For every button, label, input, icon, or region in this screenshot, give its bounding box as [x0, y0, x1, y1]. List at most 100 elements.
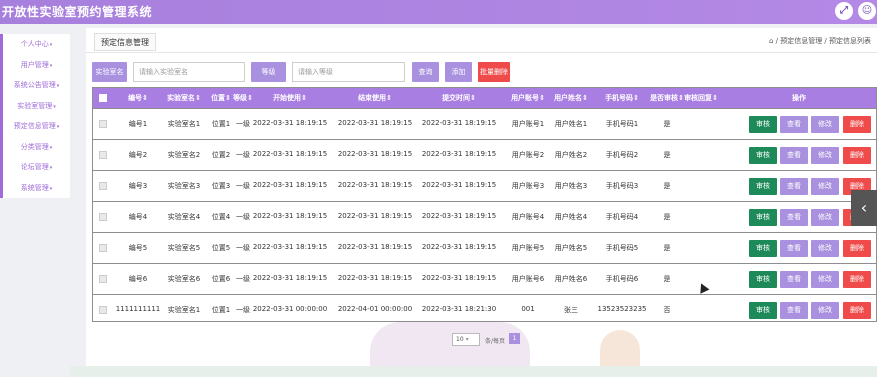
edit-button[interactable]: 修改 — [811, 147, 839, 164]
user-icon[interactable]: ☺ — [858, 2, 876, 20]
cell-start-time: 2022-03-31 00:00:00 — [252, 305, 328, 313]
cell-location: 位置4 — [211, 213, 231, 221]
edit-button[interactable]: 修改 — [811, 271, 839, 288]
cell-id: 编号5 — [128, 244, 148, 252]
col-header-user-name[interactable]: 用户姓名⇕ — [554, 93, 588, 103]
row-checkbox[interactable] — [99, 120, 107, 128]
delete-button[interactable]: 删除 — [843, 271, 871, 288]
sidebar-item-announcements[interactable]: 系统公告管理▾ — [3, 75, 70, 96]
cell-start-time: 2022-03-31 18:19:15 — [252, 181, 328, 189]
sidebar-item-reservations[interactable]: 预定信息管理▾ — [3, 116, 70, 137]
view-button[interactable]: 查看 — [780, 302, 808, 319]
sidebar-item-users[interactable]: 用户管理▾ — [3, 55, 70, 76]
view-button[interactable]: 查看 — [780, 209, 808, 226]
view-button[interactable]: 查看 — [780, 271, 808, 288]
row-checkbox[interactable] — [99, 213, 107, 221]
row-checkbox[interactable] — [99, 182, 107, 190]
audit-button[interactable]: 审核 — [749, 302, 777, 319]
col-header-audit-reply[interactable]: 审核回复⇕ — [684, 93, 718, 103]
edit-button[interactable]: 修改 — [811, 240, 839, 257]
sidebar-item-personal-center[interactable]: 个人中心▾ — [3, 34, 70, 55]
row-checkbox[interactable] — [99, 244, 107, 252]
audit-button[interactable]: 审核 — [749, 147, 777, 164]
cell-phone: 13523523235 — [597, 305, 647, 313]
cell-end-time: 2022-03-31 18:19:15 — [337, 150, 413, 158]
audit-button[interactable]: 审核 — [749, 271, 777, 288]
edit-button[interactable]: 修改 — [811, 209, 839, 226]
col-header-location[interactable]: 位置⇕ — [211, 93, 231, 103]
cell-phone: 手机号码1 — [605, 120, 639, 128]
delete-button[interactable]: 删除 — [843, 240, 871, 257]
sidebar-item-forum[interactable]: 论坛管理▾ — [3, 157, 70, 178]
query-button[interactable]: 查询 — [412, 62, 439, 82]
batch-delete-button[interactable]: 批量删除 — [478, 62, 510, 82]
chevron-down-icon: ▾ — [49, 165, 53, 171]
chevron-down-icon: ▾ — [56, 124, 60, 130]
audit-button[interactable]: 审核 — [749, 240, 777, 257]
delete-button[interactable]: 删除 — [843, 116, 871, 133]
cell-end-time: 2022-03-31 18:19:15 — [337, 212, 413, 220]
sidebar-item-system[interactable]: 系统管理▾ — [3, 178, 70, 199]
page-button-1[interactable]: 1 — [509, 333, 520, 344]
view-button[interactable]: 查看 — [780, 240, 808, 257]
cell-user-account: 用户账号6 — [511, 275, 545, 283]
tab-reservation-management[interactable]: 预定信息管理 — [94, 33, 156, 51]
cell-submit-time: 2022-03-31 18:21:30 — [421, 305, 497, 313]
chevron-down-icon: ▾ — [56, 83, 60, 89]
cell-id: 编号3 — [128, 182, 148, 190]
add-button[interactable]: 添加 — [445, 62, 472, 82]
cell-submit-time: 2022-03-31 18:19:15 — [421, 212, 497, 220]
sidebar-item-categories[interactable]: 分类管理▾ — [3, 137, 70, 158]
view-button[interactable]: 查看 — [780, 178, 808, 195]
row-checkbox[interactable] — [99, 275, 107, 283]
cell-user-account: 用户账号1 — [511, 120, 545, 128]
cell-lab-name: 实验室名5 — [167, 244, 201, 252]
col-header-submit-time[interactable]: 提交时间⇕ — [442, 93, 476, 103]
audit-button[interactable]: 审核 — [749, 209, 777, 226]
col-header-phone[interactable]: 手机号码⇕ — [605, 93, 639, 103]
delete-button[interactable]: 删除 — [843, 147, 871, 164]
view-button[interactable]: 查看 — [780, 147, 808, 164]
chevron-left-icon[interactable]: ‹ — [851, 190, 877, 226]
page-size-select[interactable]: 10 ▾ — [452, 333, 480, 346]
expand-icon[interactable]: ⤢ — [835, 2, 853, 20]
cell-start-time: 2022-03-31 18:19:15 — [252, 274, 328, 282]
col-header-lab-name[interactable]: 实验室名⇕ — [167, 93, 201, 103]
grade-input[interactable]: 请输入等级 — [292, 62, 405, 82]
cell-phone: 手机号码6 — [605, 275, 639, 283]
cell-end-time: 2022-03-31 18:19:15 — [337, 119, 413, 127]
col-header-id[interactable]: 编号⇕ — [128, 93, 148, 103]
cell-start-time: 2022-03-31 18:19:15 — [252, 150, 328, 158]
cell-audited: 是 — [663, 182, 671, 190]
cell-audited: 是 — [663, 275, 671, 283]
lab-name-input[interactable]: 请输入实验室名 — [133, 62, 245, 82]
chevron-down-icon: ▾ — [49, 42, 53, 48]
cell-location: 位置5 — [211, 244, 231, 252]
edit-button[interactable]: 修改 — [811, 116, 839, 133]
row-checkbox[interactable] — [99, 151, 107, 159]
col-header-start-time[interactable]: 开始使用⇕ — [273, 93, 307, 103]
reservation-table: 编号⇕ 实验室名⇕ 位置⇕ 等级⇕ 开始使用⇕ 结束使用⇕ 提交时间⇕ 用户账号… — [92, 87, 877, 322]
cell-user-account: 用户账号4 — [511, 213, 545, 221]
cell-audited: 否 — [663, 306, 671, 314]
cell-submit-time: 2022-03-31 18:19:15 — [421, 150, 497, 158]
edit-button[interactable]: 修改 — [811, 302, 839, 319]
sidebar-item-labs[interactable]: 实验室管理▾ — [3, 96, 70, 117]
audit-button[interactable]: 审核 — [749, 116, 777, 133]
cell-audited: 是 — [663, 213, 671, 221]
cell-audited: 是 — [663, 120, 671, 128]
table-row: 编号1 实验室名1 位置1 一级 2022-03-31 18:19:15 2022-03-… — [93, 108, 876, 139]
delete-button[interactable]: 删除 — [843, 302, 871, 319]
select-all-checkbox[interactable] — [99, 94, 107, 102]
edit-button[interactable]: 修改 — [811, 178, 839, 195]
cell-user-account: 001 — [521, 305, 535, 313]
top-header: 开放性实验室预约管理系统 ⤢ ☺ — [0, 0, 877, 24]
col-header-audited[interactable]: 是否审核⇕ — [650, 93, 684, 103]
col-header-user-account[interactable]: 用户账号⇕ — [511, 93, 545, 103]
cell-grade: 一级 — [236, 306, 250, 314]
col-header-grade[interactable]: 等级⇕ — [233, 93, 253, 103]
col-header-end-time[interactable]: 结束使用⇕ — [358, 93, 392, 103]
audit-button[interactable]: 审核 — [749, 178, 777, 195]
row-checkbox[interactable] — [99, 306, 107, 314]
view-button[interactable]: 查看 — [780, 116, 808, 133]
